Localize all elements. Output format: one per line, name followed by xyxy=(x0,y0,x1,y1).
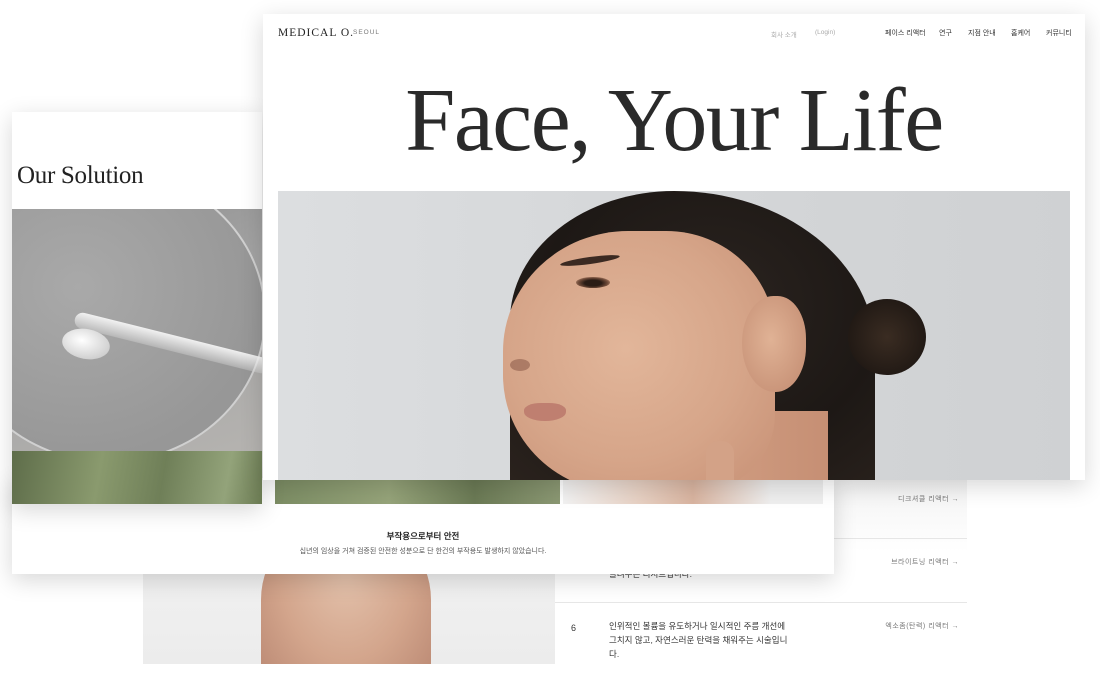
nav-community[interactable]: 커뮤니티 xyxy=(1046,28,1072,38)
list-item[interactable]: 6 인위적인 볼륨을 유도하거나 일시적인 주름 개선에 그치지 않고, 자연스… xyxy=(555,602,967,663)
row-number: 6 xyxy=(571,623,577,633)
nav-research[interactable]: 연구 xyxy=(939,28,952,38)
main-page-panel: MEDICAL O. SEOUL 회사 소개 (Login) 페이스 리액터 연… xyxy=(263,14,1085,480)
safety-description: 십년의 임상을 거쳐 검증된 안전한 성분으로 단 한건의 부작용도 발생하지 … xyxy=(299,548,547,555)
nav-branches[interactable]: 지점 안내 xyxy=(968,28,996,38)
our-solution-panel: Our Solution xyxy=(12,112,262,504)
treatment-link[interactable]: 엑소좀(탄력) 리액터 → xyxy=(885,621,959,631)
hero-title: Face, Your Life xyxy=(405,71,944,170)
face-photo xyxy=(563,478,823,504)
treatment-link[interactable]: 브라이트닝 리액터 → xyxy=(891,557,959,567)
nav-face-reactor[interactable]: 페이스 리액터 xyxy=(885,28,926,38)
site-logo[interactable]: MEDICAL O. xyxy=(278,27,354,39)
login-link[interactable]: (Login) xyxy=(815,29,835,36)
safety-title: 부작용으로부터 안전 xyxy=(386,531,460,541)
leaf-photo xyxy=(12,451,262,504)
hero-portrait-photo xyxy=(278,191,1070,480)
treatment-link[interactable]: 디크셔클 리액터 → xyxy=(898,494,959,504)
solution-title: Our Solution xyxy=(17,162,144,189)
serum-dropper-photo xyxy=(12,209,262,451)
nav-homecare[interactable]: 홈케어 xyxy=(1011,28,1030,38)
leaf-photo xyxy=(275,478,560,504)
row-description: 인위적인 볼륨을 유도하거나 일시적인 주름 개선에 그치지 않고, 자연스러운… xyxy=(609,621,788,659)
logo-subtitle: SEOUL xyxy=(353,29,381,36)
about-link[interactable]: 회사 소개 xyxy=(771,29,797,39)
